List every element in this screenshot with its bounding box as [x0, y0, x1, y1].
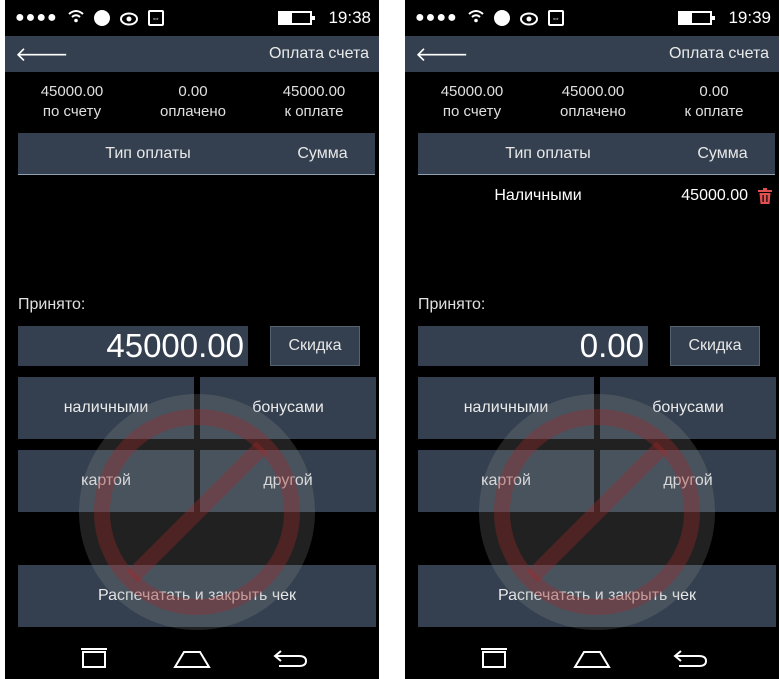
signal-icon: ●●●●	[415, 9, 458, 26]
summary-bill-total: 45000.00 по счету	[17, 82, 127, 124]
page-title: Оплата счета	[268, 45, 369, 62]
print-and-close-button[interactable]: Распечатать и закрыть чек	[18, 565, 376, 627]
phone-screen-2: ●●●● ⇔ 19:39 🡐 Оплата счета 45000.00 по …	[405, 0, 779, 679]
battery-icon	[678, 11, 716, 25]
system-nav-bar	[5, 636, 379, 679]
clock: 19:38	[328, 8, 371, 27]
home-icon[interactable]	[572, 646, 612, 670]
back-arrow-icon[interactable]: 🡐	[415, 42, 469, 67]
clock: 19:39	[728, 8, 771, 27]
summary-value: 0.00	[699, 83, 729, 100]
eye-icon	[519, 11, 538, 26]
summary-value: 0.00	[178, 83, 208, 100]
print-and-close-button[interactable]: Распечатать и закрыть чек	[418, 565, 776, 627]
discount-button[interactable]: Скидка	[670, 326, 760, 366]
app-notification-icon: ⇔	[547, 10, 564, 26]
accepted-amount-input[interactable]: 0.00	[418, 326, 648, 366]
summary-value: 45000.00	[40, 83, 104, 100]
back-nav-icon[interactable]	[670, 646, 710, 670]
battery-icon	[278, 11, 316, 25]
pay-card-button[interactable]: картой	[18, 450, 194, 512]
payments-table-header: Тип оплаты Сумма	[18, 133, 375, 175]
pay-other-button[interactable]: другой	[600, 450, 776, 512]
pay-cash-button[interactable]: наличными	[18, 377, 194, 439]
system-nav-bar	[405, 636, 779, 679]
bill-summary: 45000.00 по счету 45000.00 оплачено 0.00…	[405, 82, 779, 124]
app-bar: 🡐 Оплата счета	[405, 36, 779, 72]
page-title: Оплата счета	[668, 45, 769, 62]
summary-label: по счету	[42, 103, 102, 120]
pay-other-button[interactable]: другой	[200, 450, 376, 512]
notification-dot-icon	[93, 10, 110, 26]
pay-card-button[interactable]: картой	[418, 450, 594, 512]
summary-to-pay: 0.00 к оплате	[659, 82, 769, 124]
eye-icon	[119, 11, 138, 26]
notification-dot-icon	[493, 10, 510, 26]
wifi-icon	[68, 9, 84, 28]
summary-value: 45000.00	[440, 83, 504, 100]
signal-icon: ●●●●	[15, 9, 58, 26]
status-bar: ●●●● ⇔ 19:38	[5, 0, 379, 36]
recent-apps-icon[interactable]	[474, 646, 514, 670]
back-arrow-icon[interactable]: 🡐	[15, 42, 69, 67]
trash-icon[interactable]	[758, 188, 772, 204]
summary-paid: 0.00 оплачено	[138, 82, 248, 124]
summary-to-pay: 45000.00 к оплате	[259, 82, 369, 124]
summary-label: оплачено	[159, 103, 226, 120]
accepted-label: Принято:	[18, 296, 86, 313]
accepted-label: Принято:	[418, 296, 486, 313]
app-bar: 🡐 Оплата счета	[5, 36, 379, 72]
summary-value: 45000.00	[282, 83, 346, 100]
column-header-type: Тип оплаты	[505, 144, 591, 162]
app-notification-icon: ⇔	[147, 10, 164, 26]
bill-summary: 45000.00 по счету 0.00 оплачено 45000.00…	[5, 82, 379, 124]
column-header-sum: Сумма	[697, 144, 748, 162]
wifi-icon	[468, 9, 484, 28]
payment-type: Наличными	[494, 187, 582, 204]
summary-bill-total: 45000.00 по счету	[417, 82, 527, 124]
summary-label: к оплате	[284, 103, 344, 120]
accepted-amount-input[interactable]: 45000.00	[18, 326, 248, 366]
pay-cash-button[interactable]: наличными	[418, 377, 594, 439]
pay-bonus-button[interactable]: бонусами	[600, 377, 776, 439]
summary-label: по счету	[442, 103, 502, 120]
payments-table-header: Тип оплаты Сумма	[418, 133, 775, 175]
recent-apps-icon[interactable]	[74, 646, 114, 670]
phone-screen-1: ●●●● ⇔ 19:38 🡐 Оплата счета 45000.00 по …	[5, 0, 379, 679]
summary-value: 45000.00	[561, 83, 625, 100]
home-icon[interactable]	[172, 646, 212, 670]
summary-paid: 45000.00 оплачено	[538, 82, 648, 124]
column-header-sum: Сумма	[297, 144, 348, 162]
summary-label: оплачено	[559, 103, 626, 120]
back-nav-icon[interactable]	[270, 646, 310, 670]
discount-button[interactable]: Скидка	[270, 326, 360, 366]
status-bar: ●●●● ⇔ 19:39	[405, 0, 779, 36]
column-header-type: Тип оплаты	[105, 144, 191, 162]
summary-label: к оплате	[684, 103, 744, 120]
payment-row: Наличными 45000.00	[418, 184, 775, 208]
pay-bonus-button[interactable]: бонусами	[200, 377, 376, 439]
payment-sum: 45000.00	[681, 187, 748, 204]
